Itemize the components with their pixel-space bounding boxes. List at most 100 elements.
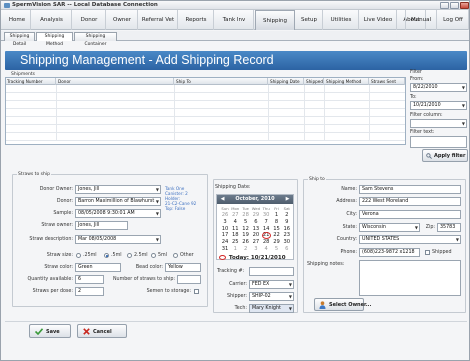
size-radio-25[interactable]: [127, 253, 132, 258]
size-radio-05[interactable]: [104, 253, 109, 258]
calendar-day[interactable]: 28: [261, 239, 271, 245]
menu-manual[interactable]: Manual: [405, 10, 437, 30]
table-row[interactable]: [6, 117, 405, 125]
minimize-button[interactable]: [440, 2, 449, 9]
calendar-day[interactable]: 6: [282, 246, 292, 252]
calendar-day[interactable]: 15: [272, 226, 282, 232]
tab-shipping-detail[interactable]: Shipping Detail: [4, 32, 35, 47]
calendar-day[interactable]: 13: [251, 226, 261, 232]
calendar-day[interactable]: 10: [220, 226, 230, 232]
calendar-day[interactable]: 22: [272, 232, 282, 238]
tab-shipping-method[interactable]: Shipping Method: [36, 32, 73, 47]
filter-column-select[interactable]: [410, 119, 467, 128]
col-shipping-date[interactable]: Shipping Date: [269, 78, 304, 85]
menu-home[interactable]: Home: [4, 10, 31, 30]
menu-shipping[interactable]: Shipping: [255, 10, 295, 30]
calendar-day[interactable]: 3: [220, 219, 230, 225]
calendar-day[interactable]: 27: [230, 212, 240, 218]
shipping-notes-field[interactable]: [359, 260, 461, 296]
menu-analysis[interactable]: Analysis: [32, 10, 72, 30]
calendar-day[interactable]: 17: [220, 232, 230, 238]
address-field[interactable]: 222 West Moreland: [359, 197, 461, 206]
calendar-day[interactable]: 26: [241, 239, 251, 245]
zip-field[interactable]: 35783: [437, 223, 461, 232]
calendar-day[interactable]: 2: [241, 246, 251, 252]
table-row[interactable]: [6, 101, 405, 109]
calendar-today[interactable]: Today: 10/21/2010: [219, 254, 286, 261]
filter-from-date[interactable]: 8/22/2010: [410, 83, 467, 92]
table-row[interactable]: [6, 125, 405, 133]
calendar-day[interactable]: 2: [282, 212, 292, 218]
menu-owner[interactable]: Owner: [107, 10, 138, 30]
menu-setup[interactable]: Setup: [296, 10, 323, 30]
col-ship-to[interactable]: Ship To: [175, 78, 268, 85]
calendar-day[interactable]: 29: [272, 239, 282, 245]
calendar-day[interactable]: 1: [230, 246, 240, 252]
calendar-day[interactable]: 16: [282, 226, 292, 232]
menu-donor[interactable]: Donor: [73, 10, 106, 30]
size-radio-other[interactable]: [173, 253, 178, 258]
donor-select[interactable]: Barron Maximillion of Blawhurst: [75, 197, 161, 206]
col-shipping-method[interactable]: Shipping Method: [325, 78, 369, 85]
calendar-day[interactable]: 6: [251, 219, 261, 225]
shipments-grid[interactable]: Tracking Number Donor Ship To Shipping D…: [5, 77, 406, 145]
straw-color-field[interactable]: Green: [75, 263, 121, 272]
phone-field[interactable]: (608)223-9872 x1218: [359, 248, 420, 257]
menu-live-video[interactable]: Live Video: [360, 10, 397, 30]
straw-owner-field[interactable]: Jones, Jill: [75, 221, 128, 230]
carrier-select[interactable]: FED EX: [249, 280, 294, 289]
select-owner-button[interactable]: Select Owner...: [314, 298, 371, 311]
size-radio-025[interactable]: [76, 253, 81, 258]
calendar-day[interactable]: 24: [220, 239, 230, 245]
table-row[interactable]: [6, 93, 405, 101]
cancel-button[interactable]: Cancel: [77, 324, 127, 338]
col-donor[interactable]: Donor: [57, 78, 174, 85]
calendar-day[interactable]: 30: [261, 212, 271, 218]
calendar-day[interactable]: 7: [261, 219, 271, 225]
tech-select[interactable]: Mary Knight: [249, 304, 294, 313]
sample-select[interactable]: 08/05/2008 9:30:01 AM: [75, 209, 161, 218]
calendar-day[interactable]: 31: [220, 246, 230, 252]
bead-color-field[interactable]: Yellow: [165, 263, 201, 272]
name-field[interactable]: Sam Stevens: [359, 185, 461, 194]
straw-description-select[interactable]: Mar 08/05/2008: [75, 235, 161, 244]
calendar-day[interactable]: 14: [261, 226, 271, 232]
calendar-day[interactable]: 29: [251, 212, 261, 218]
straws-per-dose-field[interactable]: 2: [75, 287, 104, 296]
next-month-icon[interactable]: ▶: [284, 196, 291, 202]
calendar-day[interactable]: 4: [230, 219, 240, 225]
donor-owner-select[interactable]: Jones, Jill: [75, 185, 161, 194]
table-row[interactable]: [6, 109, 405, 117]
semen-storage-checkbox[interactable]: [194, 289, 199, 294]
calendar-day[interactable]: 26: [220, 212, 230, 218]
number-of-straws-field[interactable]: [177, 275, 201, 284]
col-straws-sent[interactable]: Straws Sent: [370, 78, 405, 85]
size-radio-5[interactable]: [151, 253, 156, 258]
calendar-day[interactable]: 25: [230, 239, 240, 245]
calendar-day[interactable]: 28: [241, 212, 251, 218]
calendar-day[interactable]: 9: [282, 219, 292, 225]
calendar-day[interactable]: 11: [230, 226, 240, 232]
menu-reports[interactable]: Reports: [179, 10, 214, 30]
city-field[interactable]: Verona: [359, 210, 461, 219]
menu-referral-vet[interactable]: Referral Vet: [139, 10, 178, 30]
menu-tank-inv[interactable]: Tank Inv: [215, 10, 254, 30]
calendar-day[interactable]: 1: [272, 212, 282, 218]
calendar-day[interactable]: 23: [282, 232, 292, 238]
shipping-calendar[interactable]: ◀ October, 2010 ▶ Sun Mon Tue Wed Thu Fri Sat …: [216, 194, 294, 261]
col-shipped[interactable]: Shipped: [305, 78, 324, 85]
state-select[interactable]: Wisconsin: [359, 223, 420, 232]
calendar-day[interactable]: 8: [272, 219, 282, 225]
filter-to-date[interactable]: 10/21/2010: [410, 101, 467, 110]
calendar-day[interactable]: 20: [251, 232, 261, 238]
col-tracking-number[interactable]: Tracking Number: [6, 78, 56, 85]
save-button[interactable]: Save: [29, 324, 71, 338]
close-button[interactable]: [460, 2, 469, 9]
country-select[interactable]: UNITED STATES: [359, 235, 461, 244]
apply-filter-button[interactable]: Apply filter: [422, 149, 468, 162]
menu-utilities[interactable]: Utilities: [324, 10, 359, 30]
table-row[interactable]: [6, 133, 405, 141]
tracking-field[interactable]: [249, 267, 294, 276]
menu-log-off[interactable]: Log Off: [438, 10, 469, 30]
calendar-day[interactable]: 12: [241, 226, 251, 232]
